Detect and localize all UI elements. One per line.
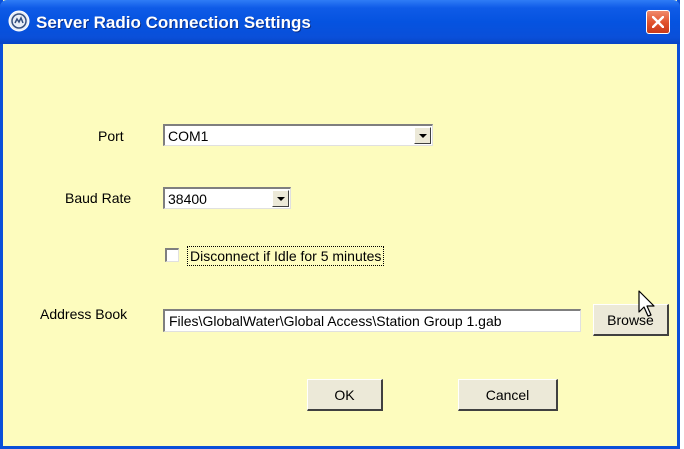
title-bar[interactable]: Server Radio Connection Settings xyxy=(0,0,680,44)
port-label: Port xyxy=(98,128,124,144)
baud-rate-dropdown-arrow-icon[interactable] xyxy=(272,190,289,207)
baud-rate-value: 38400 xyxy=(168,191,207,207)
port-select[interactable]: COM1 xyxy=(163,124,433,146)
address-book-field[interactable]: Files\GlobalWater\Global Access\Station … xyxy=(163,309,581,332)
dialog-body: Port COM1 Baud Rate 38400 Disconnect if … xyxy=(3,44,677,446)
address-book-label: Address Book xyxy=(40,306,128,322)
baud-rate-select[interactable]: 38400 xyxy=(163,187,291,209)
cancel-button[interactable]: Cancel xyxy=(458,379,558,411)
baud-rate-label: Baud Rate xyxy=(65,190,132,206)
dialog-window: Server Radio Connection Settings Port CO… xyxy=(0,0,680,449)
close-button[interactable] xyxy=(646,10,670,34)
idle-disconnect-label[interactable]: Disconnect if Idle for 5 minutes xyxy=(187,246,385,266)
idle-disconnect-checkbox[interactable] xyxy=(165,248,179,262)
window-title: Server Radio Connection Settings xyxy=(36,13,311,32)
mouse-pointer-icon xyxy=(638,290,655,317)
port-dropdown-arrow-icon[interactable] xyxy=(414,127,431,144)
port-value: COM1 xyxy=(168,128,209,144)
close-icon xyxy=(652,16,664,28)
ok-button[interactable]: OK xyxy=(307,379,383,411)
radio-icon xyxy=(8,10,30,32)
